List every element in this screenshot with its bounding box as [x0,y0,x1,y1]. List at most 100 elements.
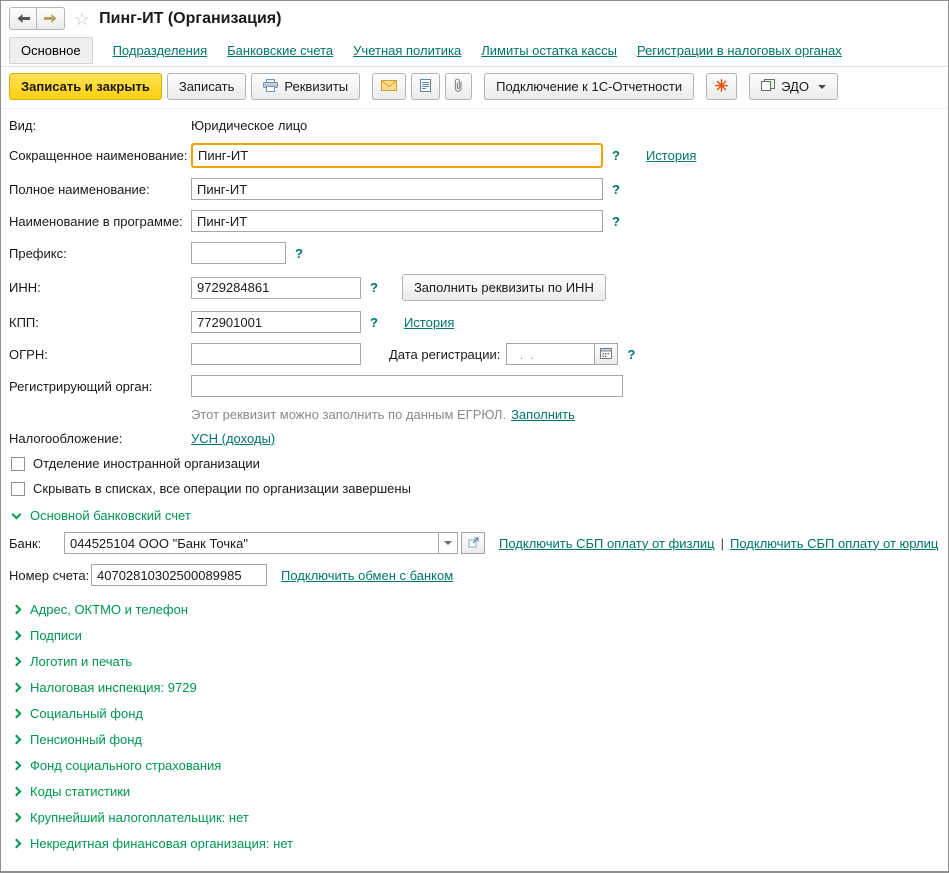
organization-form: Вид: Юридическое лицо Сокращенное наимен… [1,109,948,853]
help-icon[interactable]: ? [612,214,620,229]
discussions-button[interactable] [706,73,738,100]
help-icon[interactable]: ? [612,148,620,163]
tab-bank-accounts[interactable]: Банковские счета [227,43,333,58]
section-pension-fund[interactable]: Пенсионный фонд [9,730,940,749]
prefix-label: Префикс: [9,245,67,261]
chevron-right-icon [11,838,22,849]
section-largest-taxpayer[interactable]: Крупнейший налогоплательщик: нет [9,808,940,827]
page-title: Пинг-ИТ (Организация) [99,9,282,27]
kpp-history-link[interactable]: История [404,315,454,330]
kind-value: Юридическое лицо [191,118,308,133]
section-label: Логотип и печать [30,654,133,669]
section-address-oktmo-phone[interactable]: Адрес, ОКТМО и телефон [9,600,940,619]
back-arrow-icon [17,14,30,23]
chevron-right-icon [11,682,22,693]
taxation-link[interactable]: УСН (доходы) [191,431,275,446]
foreign-branch-row: Отделение иностранной организации [9,456,940,471]
egrul-fill-link[interactable]: Заполнить [511,407,575,422]
bank-input[interactable] [64,532,438,554]
reg-date-field [506,343,619,365]
tab-subdivisions[interactable]: Подразделения [113,43,208,58]
chevron-right-icon [11,786,22,797]
save-close-button[interactable]: Записать и закрыть [9,73,162,100]
nav-buttons [9,7,65,30]
help-icon[interactable]: ? [627,347,635,362]
full-name-input[interactable] [191,178,603,200]
bank-open-button[interactable] [461,532,485,554]
chevron-down-icon [11,509,22,519]
sbp-individuals-link[interactable]: Подключить СБП оплату от физлиц [499,536,715,551]
requisites-button[interactable]: Реквизиты [251,73,361,100]
attachment-button[interactable] [445,73,473,100]
section-label: Некредитная финансовая организация: нет [30,836,294,851]
inn-input[interactable] [191,276,361,299]
short-name-input[interactable] [191,143,603,168]
tab-tax-registrations[interactable]: Регистрации в налоговых органах [637,43,842,58]
full-name-row: Полное наименование: ? [9,178,940,200]
short-name-history-link[interactable]: История [646,148,696,163]
section-label: Крупнейший налогоплательщик: нет [30,810,249,825]
account-number-row: Номер счета: Подключить обмен с банком [9,564,940,586]
favorite-star-icon[interactable]: ☆ [74,10,90,28]
inn-label: ИНН: [9,280,41,295]
section-social-insurance-fund[interactable]: Фонд социального страхования [9,756,940,775]
bank-exchange-link[interactable]: Подключить обмен с банком [281,568,453,583]
app-name-input[interactable] [191,210,603,232]
connect-1c-reporting-button[interactable]: Подключение к 1С-Отчетности [484,73,695,100]
printer-icon [263,78,279,95]
hide-in-lists-checkbox[interactable] [11,481,25,496]
ogrn-input[interactable] [191,343,361,365]
tab-cash-limits[interactable]: Лимиты остатка кассы [481,43,617,58]
tab-accounting-policy[interactable]: Учетная политика [353,43,461,58]
forward-button[interactable] [37,7,65,30]
reg-date-input[interactable] [506,343,595,365]
section-logo-and-stamp[interactable]: Логотип и печать [9,652,940,671]
kpp-input[interactable] [191,311,361,333]
kind-row: Вид: Юридическое лицо [9,118,940,133]
section-signatures[interactable]: Подписи [9,626,940,645]
reg-authority-label: Регистрирующий орган: [9,378,153,394]
chevron-right-icon [11,734,22,745]
calendar-button[interactable] [594,343,619,365]
document-button[interactable] [411,73,441,100]
section-main-bank-account[interactable]: Основной банковский счет [9,506,940,525]
help-icon[interactable]: ? [370,315,378,330]
prefix-row: Префикс: ? [9,242,940,264]
envelope-icon [381,79,398,94]
section-tax-inspection[interactable]: Налоговая инспекция: 9729 [9,678,940,697]
edo-menu-button[interactable]: ЭДО [749,73,838,100]
account-number-input[interactable] [91,564,267,586]
help-icon[interactable]: ? [370,280,378,295]
tabstrip: Основное Подразделения Банковские счета … [1,34,948,67]
back-button[interactable] [9,7,37,30]
help-icon[interactable]: ? [612,182,620,197]
section-label: Основной банковский счет [30,508,191,523]
reg-authority-row: Регистрирующий орган: [9,375,940,397]
save-button[interactable]: Записать [166,73,247,100]
section-statistics-codes[interactable]: Коды статистики [9,782,940,801]
tab-main[interactable]: Основное [9,36,93,64]
section-label: Подписи [30,628,82,643]
reg-authority-input[interactable] [191,375,623,397]
requisites-label: Реквизиты [284,79,349,94]
fill-by-inn-button[interactable]: Заполнить реквизиты по ИНН [401,274,606,301]
edo-label: ЭДО [781,79,809,94]
sbp-companies-link[interactable]: Подключить СБП оплату от юрлиц [730,536,938,551]
open-form-icon [468,536,479,551]
organization-form-window: ☆ Пинг-ИТ (Организация) Основное Подразд… [0,0,949,873]
chevron-right-icon [11,630,22,641]
section-social-fund[interactable]: Социальный фонд [9,704,940,723]
email-button[interactable] [372,73,407,100]
prefix-input[interactable] [191,242,286,264]
egrul-hint-row: Этот реквизит можно заполнить по данным … [191,407,940,422]
section-non-credit-financial-org[interactable]: Некредитная финансовая организация: нет [9,834,940,853]
taxation-row: Налогообложение: УСН (доходы) [9,431,940,446]
bank-dropdown-button[interactable] [438,532,458,554]
kind-label: Вид: [9,118,37,133]
foreign-branch-checkbox[interactable] [11,456,25,471]
account-number-label: Номер счета: [9,567,90,583]
kpp-row: КПП: ? История [9,311,940,333]
help-icon[interactable]: ? [295,246,303,261]
toolbar: Записать и закрыть Записать Реквизиты По… [1,67,948,109]
section-label: Коды статистики [30,784,131,799]
